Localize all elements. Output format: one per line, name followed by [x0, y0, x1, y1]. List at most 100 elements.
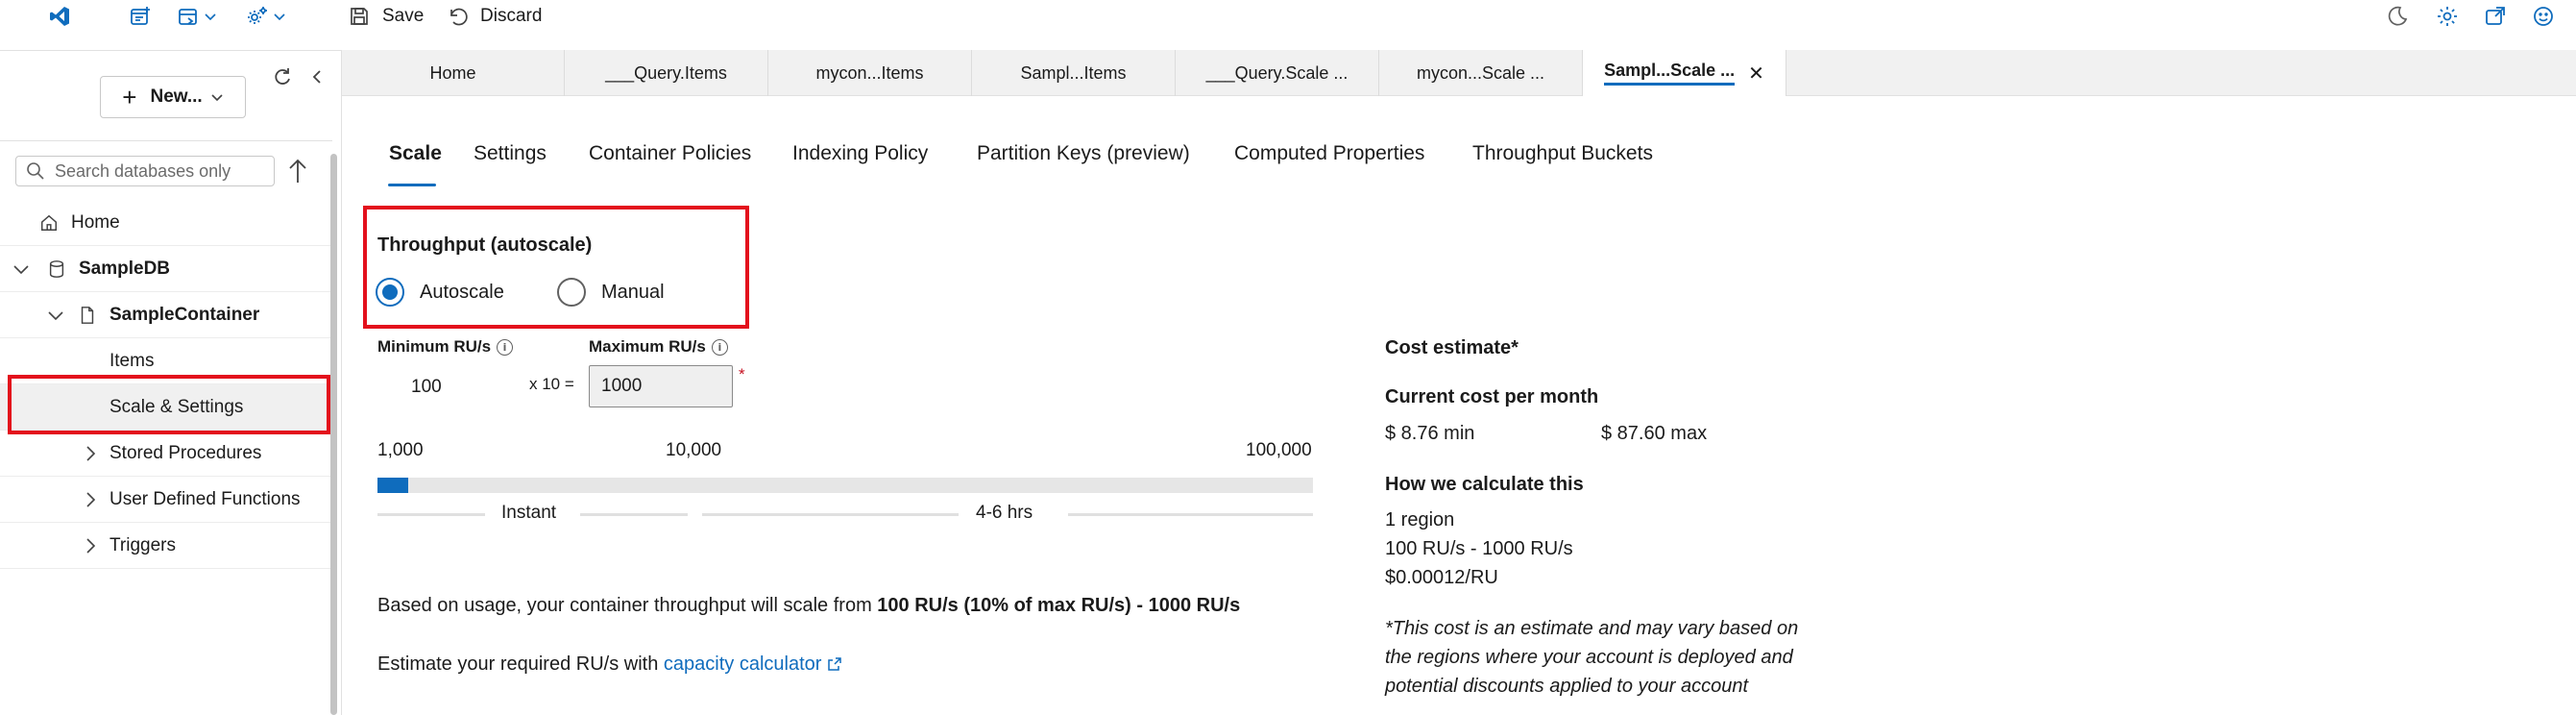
multiplier-text: x 10 = [529, 375, 574, 393]
required-asterisk: * [739, 365, 745, 383]
chevron-down-icon [274, 13, 285, 21]
tab-mycon-items[interactable]: mycon...Items [768, 50, 972, 96]
tab-home[interactable]: Home [342, 50, 565, 96]
tab-sampl-items[interactable]: Sampl...Items [972, 50, 1176, 96]
tab-scale[interactable]: Scale [389, 142, 442, 165]
tab-mycon-scale[interactable]: mycon...Scale ... [1379, 50, 1583, 96]
refresh-icon[interactable] [271, 65, 294, 88]
save-icon [348, 5, 371, 28]
gear-icon[interactable] [2436, 0, 2459, 33]
tab-query-scale[interactable]: ___Query.Scale ... [1176, 50, 1379, 96]
sidebar-item-label: Home [71, 211, 120, 233]
highlight-box-throughput [363, 206, 749, 329]
settings-dropdown-button[interactable] [246, 0, 286, 33]
tab-computed-properties[interactable]: Computed Properties [1234, 142, 1424, 165]
slider-tick-10k: 10,000 [666, 440, 722, 460]
sidebar-item-label: User Defined Functions [109, 488, 301, 509]
manual-radio[interactable]: Manual [557, 278, 665, 307]
info-icon[interactable]: i [497, 338, 514, 356]
sidebar-item-label: Triggers [109, 534, 176, 555]
info-icon[interactable]: i [711, 338, 728, 356]
search-input[interactable] [55, 160, 266, 182]
open-external-icon [828, 657, 841, 671]
cost-disclaimer-line-3: potential discounts applied to your acco… [1385, 676, 1749, 697]
slider-tick-1k: 1,000 [377, 440, 424, 460]
throughput-slider-track[interactable] [377, 478, 1313, 493]
slider-tick-100k: 100,000 [1246, 440, 1312, 460]
tab-sampl-scale[interactable]: Sampl...Scale ... ✕ [1583, 50, 1786, 96]
tab-throughput-buckets[interactable]: Throughput Buckets [1472, 142, 1653, 165]
cost-ru-range: 100 RU/s - 1000 RU/s [1385, 538, 1573, 559]
close-icon[interactable]: ✕ [1748, 62, 1764, 86]
chevron-down-icon [13, 264, 29, 274]
speed-line [377, 513, 485, 516]
sidebar-item-label: Scale & Settings [109, 396, 244, 417]
save-label: Save [382, 6, 425, 26]
cost-region: 1 region [1385, 509, 1455, 530]
chevron-down-icon [205, 13, 216, 21]
speed-line [702, 513, 959, 516]
tab-settings[interactable]: Settings [474, 142, 547, 165]
sidebar-item-udfs[interactable]: User Defined Functions [0, 477, 332, 523]
feedback-smiley-icon[interactable] [2532, 0, 2555, 33]
sidebar-item-database[interactable]: SampleDB [0, 246, 332, 292]
open-dropdown-button[interactable] [177, 0, 217, 33]
new-button[interactable]: + New... [100, 76, 246, 118]
undo-icon [446, 5, 469, 28]
cost-disclaimer-line-2: the regions where your account is deploy… [1385, 647, 1793, 668]
autoscale-radio[interactable]: Autoscale [376, 278, 504, 307]
document-tabs: Home ___Query.Items mycon...Items Sampl.… [342, 50, 2576, 96]
max-rus-label: Maximum RU/s i [589, 337, 728, 357]
active-tab-indicator [388, 184, 436, 186]
tab-partition-keys[interactable]: Partition Keys (preview) [977, 142, 1190, 165]
min-rus-label: Minimum RU/s i [377, 337, 514, 357]
sidebar-item-items[interactable]: Items [0, 338, 332, 384]
tab-label: ___Query.Scale ... [1205, 62, 1349, 83]
usage-prefix: Based on usage, your container throughpu… [377, 595, 878, 616]
cost-estimate-title: Cost estimate* [1385, 337, 1519, 358]
new-container-icon[interactable] [129, 0, 152, 33]
tab-label: Sampl...Items [1020, 62, 1127, 83]
tab-label: mycon...Scale ... [1416, 62, 1545, 83]
arrow-up-icon[interactable] [286, 158, 309, 185]
command-bar: Save Discard [0, 0, 2576, 33]
speed-line [580, 513, 688, 516]
cost-disclaimer-line-1: *This cost is an estimate and may vary b… [1385, 618, 1799, 639]
theme-toggle-icon[interactable] [2386, 0, 2409, 33]
tab-indexing-policy[interactable]: Indexing Policy [792, 142, 928, 165]
cost-min: $ 8.76 min [1385, 423, 1475, 444]
sidebar-item-label: SampleDB [79, 258, 171, 279]
sidebar-item-label: Stored Procedures [109, 442, 262, 463]
sidebar-item-triggers[interactable]: Triggers [0, 523, 332, 569]
radio-selected-icon [376, 278, 404, 307]
tab-label: ___Query.Items [605, 62, 727, 83]
tab-container-policies[interactable]: Container Policies [589, 142, 751, 165]
label-text: Minimum RU/s [377, 337, 492, 356]
open-external-icon[interactable] [2484, 0, 2507, 33]
capacity-calculator-link[interactable]: capacity calculator [664, 653, 842, 675]
radio-label: Autoscale [420, 281, 504, 303]
vscode-logo-icon[interactable] [48, 0, 71, 33]
min-rus-value: 100 [411, 377, 442, 397]
sidebar-item-stored-procedures[interactable]: Stored Procedures [0, 431, 332, 477]
search-icon [27, 162, 44, 180]
cost-rate: $0.00012/RU [1385, 567, 1498, 588]
save-button[interactable]: Save [348, 0, 424, 33]
chevron-down-icon [211, 94, 223, 102]
cost-max: $ 87.60 max [1601, 423, 1708, 444]
sidebar-item-container[interactable]: SampleContainer [0, 292, 332, 338]
sidebar-item-home[interactable]: Home [0, 200, 332, 246]
chevron-right-icon [86, 491, 96, 507]
discard-button[interactable]: Discard [446, 0, 542, 33]
sidebar-scrollbar[interactable] [330, 154, 337, 715]
max-rus-input[interactable]: 1000 [589, 365, 733, 407]
chevron-right-icon [86, 445, 96, 461]
how-calculate-title: How we calculate this [1385, 474, 1584, 495]
throughput-slider-fill[interactable] [377, 478, 408, 493]
sidebar-item-scale-settings[interactable]: Scale & Settings [0, 384, 332, 431]
tab-label: Home [429, 62, 476, 83]
tab-query-items[interactable]: ___Query.Items [565, 50, 768, 96]
plus-icon: + [122, 83, 137, 111]
collapse-sidebar-icon[interactable] [305, 65, 328, 88]
search-databases-box[interactable] [15, 156, 275, 186]
